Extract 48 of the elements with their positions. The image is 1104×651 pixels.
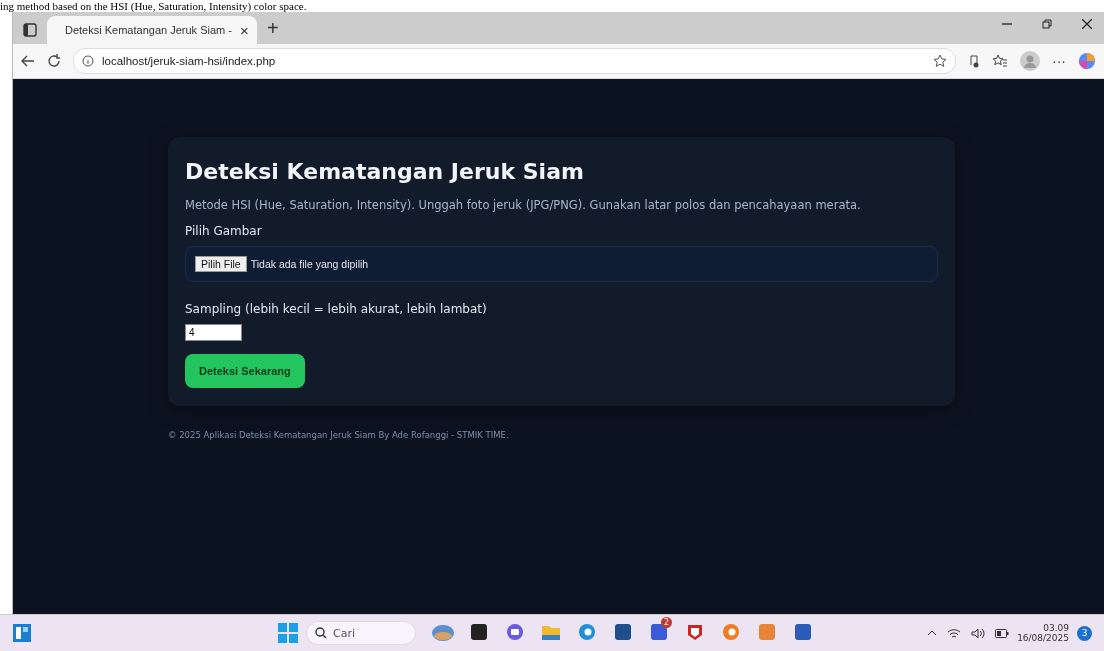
choose-file-button[interactable]: Pilih File xyxy=(195,256,247,272)
detect-button[interactable]: Deteksi Sekarang xyxy=(185,354,305,388)
new-tab-button[interactable]: + xyxy=(267,17,279,40)
wifi-icon[interactable] xyxy=(947,627,962,639)
avatar-icon[interactable] xyxy=(1020,51,1040,71)
notification-badge: 2 xyxy=(661,617,672,628)
search-field[interactable]: Cari xyxy=(306,621,416,645)
app-icon[interactable] xyxy=(614,623,632,641)
sampling-input[interactable]: 4 xyxy=(185,324,242,341)
close-tab-button[interactable]: × xyxy=(239,21,249,39)
back-icon[interactable] xyxy=(21,55,35,67)
notification-count[interactable]: 3 xyxy=(1077,625,1092,641)
folder-icon[interactable] xyxy=(541,623,561,641)
speaker-icon[interactable] xyxy=(971,627,986,639)
address-bar[interactable]: localhost/jeruk-siam-hsi/index.php xyxy=(73,48,956,74)
description-text: Metode HSI (Hue, Saturation, Intensity). Unggah foto jeruk (JPG/PNG). Gunakan latar polos dan pencahayaan merata. xyxy=(185,198,861,212)
search-icon xyxy=(315,627,327,639)
browser-icon[interactable] xyxy=(578,623,596,641)
field-label: Sampling (lebih kecil = lebih akurat, lebih lambat) xyxy=(185,302,487,316)
favorites-icon[interactable] xyxy=(992,54,1008,68)
sidebar-icon[interactable] xyxy=(23,23,37,37)
field-label: Pilih Gambar xyxy=(185,224,262,238)
clock-date: 16/08/2025 xyxy=(1017,633,1069,643)
close-icon[interactable] xyxy=(1082,19,1092,29)
info-icon xyxy=(82,55,94,67)
copilot-icon[interactable] xyxy=(1078,52,1096,70)
page-title: Deteksi Kematangan Jeruk Siam xyxy=(185,159,584,184)
star-icon[interactable] xyxy=(933,54,947,68)
browser-tab[interactable]: Deteksi Kematangan Jeruk Siam - × xyxy=(47,16,257,44)
widgets-icon[interactable] xyxy=(12,623,32,643)
search-placeholder: Cari xyxy=(333,626,355,640)
clock-time: 03.09 xyxy=(1043,623,1069,633)
chevron-up-icon[interactable] xyxy=(927,630,938,636)
url-text: localhost/jeruk-siam-hsi/index.php xyxy=(102,55,277,67)
start-icon[interactable] xyxy=(278,623,298,643)
browser-icon[interactable] xyxy=(722,623,740,641)
chat-icon[interactable] xyxy=(506,623,524,641)
caption-text: ing method based on the HSI (Hue, Saturation, Intensity) color space. xyxy=(0,0,307,12)
battery-icon[interactable] xyxy=(995,628,1010,638)
restore-icon[interactable] xyxy=(1042,19,1052,29)
shield-icon[interactable] xyxy=(686,623,704,641)
refresh-icon[interactable] xyxy=(47,54,61,68)
file-field[interactable]: Pilih File Tidak ada file yang dipilih xyxy=(185,246,938,282)
more-button[interactable]: ··· xyxy=(1052,53,1066,69)
tab-title: Deteksi Kematangan Jeruk Siam - xyxy=(65,24,232,36)
app-icon[interactable] xyxy=(470,623,488,641)
file-status-text: Tidak ada file yang dipilih xyxy=(250,258,369,270)
footer-text: © 2025 Aplikasi Deteksi Kematangan Jeruk Siam By Ade Rofanggi - STMIK TIME. xyxy=(168,430,510,440)
